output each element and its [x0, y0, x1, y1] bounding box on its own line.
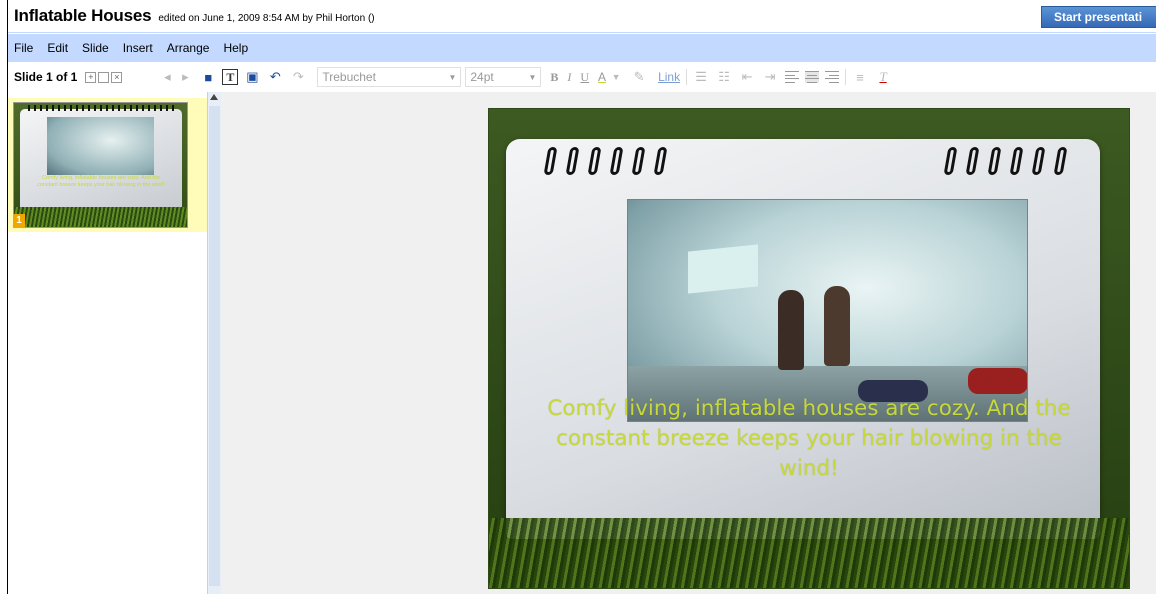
indent-less-icon[interactable]: ⇤	[738, 68, 756, 86]
text-color-button[interactable]: A	[598, 70, 606, 84]
toolbar: Slide 1 of 1 + × ◂ ▸ ■ T ▣ ↶ ↷ Trebuchet…	[8, 62, 1156, 92]
thumbnail-caption: Comfy living, inflatable houses are cozy…	[37, 175, 165, 188]
clear-format-icon[interactable]: T	[874, 68, 892, 86]
start-presentation-button[interactable]: Start presentati	[1041, 6, 1156, 28]
menu-insert[interactable]: Insert	[123, 41, 153, 55]
bold-button[interactable]: B	[550, 70, 558, 85]
font-family-value: Trebuchet	[322, 70, 376, 84]
thumbnail-grass	[14, 207, 187, 227]
slide-number-badge: 1	[13, 214, 25, 228]
scrollbar-thumb[interactable]	[209, 106, 220, 586]
indent-more-icon[interactable]: ⇥	[761, 68, 779, 86]
thumbnail-rings	[28, 105, 178, 111]
insert-link-button[interactable]: Link	[658, 70, 680, 84]
underline-button[interactable]: U	[580, 70, 589, 85]
menu-edit[interactable]: Edit	[47, 41, 68, 55]
binder-rings-left	[543, 147, 678, 175]
slide-list-panel: Comfy living, inflatable houses are cozy…	[8, 92, 207, 594]
chevron-down-icon: ▼	[448, 72, 457, 82]
textbox-icon[interactable]: T	[222, 69, 239, 85]
align-center-icon[interactable]	[805, 71, 820, 83]
align-left-icon[interactable]	[785, 71, 800, 83]
slide-thumbnail-row[interactable]: Comfy living, inflatable houses are cozy…	[8, 98, 207, 232]
add-slide-icon[interactable]: +	[85, 71, 97, 83]
slide-count: Slide 1 of 1	[14, 70, 78, 84]
slide-thumbnail[interactable]: Comfy living, inflatable houses are cozy…	[13, 102, 188, 228]
delete-slide-icon[interactable]: ×	[111, 71, 123, 83]
align-right-icon[interactable]	[825, 71, 840, 83]
slide-photo[interactable]	[627, 199, 1028, 422]
slide-editor-canvas[interactable]: Comfy living, inflatable houses are cozy…	[221, 92, 1156, 594]
undo-icon[interactable]: ↶	[266, 68, 284, 86]
chevron-down-icon: ▼	[611, 72, 621, 82]
menu-file[interactable]: File	[14, 41, 33, 55]
menu-help[interactable]: Help	[223, 41, 248, 55]
move-up-icon[interactable]: ◂	[158, 68, 176, 86]
grass-foreground	[489, 518, 1129, 588]
thumbnail-photo	[47, 117, 154, 175]
toolbar-divider	[845, 69, 847, 85]
save-icon[interactable]: ■	[199, 68, 217, 86]
menu-arrange[interactable]: Arrange	[167, 41, 210, 55]
title-bar: Inflatable Houses edited on June 1, 2009…	[8, 0, 1156, 33]
menu-slide[interactable]: Slide	[82, 41, 109, 55]
document-title[interactable]: Inflatable Houses	[14, 6, 152, 26]
scroll-up-arrow-icon[interactable]	[210, 94, 218, 100]
toolbar-divider	[686, 69, 688, 85]
font-size-value: 24pt	[470, 70, 494, 84]
font-size-select[interactable]: 24pt ▼	[465, 67, 542, 87]
bulleted-list-icon[interactable]: ☷	[715, 68, 733, 86]
font-family-select[interactable]: Trebuchet ▼	[317, 67, 462, 87]
move-down-icon[interactable]: ▸	[176, 68, 194, 86]
chevron-down-icon: ▼	[528, 72, 537, 82]
menu-bar: File Edit Slide Insert Arrange Help	[8, 34, 1156, 62]
window-border	[0, 0, 8, 594]
slide-caption-textbox[interactable]: Comfy living, inflatable houses are cozy…	[529, 394, 1089, 484]
line-spacing-icon[interactable]: ≡	[851, 68, 869, 86]
redo-icon[interactable]: ↷	[289, 68, 307, 86]
slide-list-scrollbar[interactable]	[207, 92, 221, 594]
edited-info: edited on June 1, 2009 8:54 AM by Phil H…	[158, 12, 375, 24]
slide-1[interactable]: Comfy living, inflatable houses are cozy…	[488, 108, 1130, 589]
image-icon[interactable]: ▣	[243, 68, 261, 86]
italic-button[interactable]: I	[567, 70, 571, 85]
numbered-list-icon[interactable]: ☰	[692, 68, 710, 86]
duplicate-slide-icon[interactable]	[98, 71, 110, 83]
highlight-icon[interactable]: ✎	[630, 68, 648, 86]
binder-rings-right	[943, 147, 1078, 175]
